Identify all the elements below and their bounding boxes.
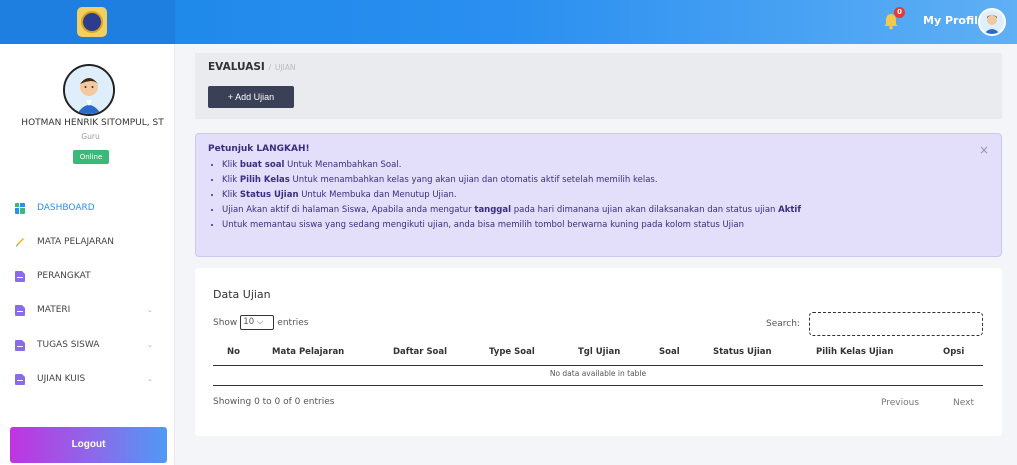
sidebar-item-label: UJIAN KUIS [37,374,86,384]
column-header[interactable]: Opsi [943,347,964,357]
file-icon [15,373,25,385]
chevron-down-icon: ⌄ [147,341,153,349]
show-label: Show [213,317,238,328]
dashboard-icon [15,202,25,214]
search-label: Search: [766,319,800,329]
instructions-alert: Petunjuk LANGKAH! × Klik buat soal Untuk… [195,133,1002,257]
breadcrumb-separator: / [268,63,272,72]
empty-table-message: No data available in table [549,369,647,378]
logout-button[interactable]: Logout [10,427,167,463]
table-title: Data Ujian [213,288,271,301]
list-item: Klik buat soal Untuk Menambahkan Soal. [222,158,801,173]
profile-avatar[interactable] [978,8,1006,36]
sidebar-item-tugas-siswa[interactable]: TUGAS SISWA ⌄ [0,335,175,355]
user-name: HOTMAN HENRIK SITOMPUL, ST [21,118,164,128]
my-profile-link[interactable]: My Profile [923,14,985,27]
chevron-down-icon: ⌄ [147,306,153,314]
data-ujian-card: Data Ujian Show 10 ⌵ entries Search: No … [195,268,1002,436]
file-icon [15,270,25,282]
sidebar: HOTMAN HENRIK SITOMPUL, ST Guru Online D… [0,44,175,465]
list-item: Untuk memantau siswa yang sedang mengiku… [222,218,801,233]
instructions-list: Klik buat soal Untuk Menambahkan Soal. K… [222,158,801,233]
search-input[interactable] [809,312,983,336]
column-header[interactable]: Tgl Ujian [578,347,620,357]
sidebar-item-label: MATERI [37,305,71,315]
table-info: Showing 0 to 0 of 0 entries [213,397,335,407]
sidebar-item-materi[interactable]: MATERI ⌄ [0,300,175,320]
page-size-select[interactable]: 10 ⌵ [240,315,275,330]
sidebar-item-label: MATA PELAJARAN [37,237,114,247]
user-avatar [63,64,115,116]
add-ujian-button[interactable]: + Add Ujian [208,86,294,108]
sidebar-item-label: DASHBOARD [37,203,95,213]
table-header-divider [213,365,983,366]
next-page-button[interactable]: Next [953,398,974,408]
sidebar-item-perangkat[interactable]: PERANGKAT [0,266,175,286]
file-icon [15,304,25,316]
table-body-divider [213,385,983,386]
breadcrumb: EVALUASI / UJIAN [208,61,296,73]
column-header[interactable]: Soal [659,347,680,357]
page-length-control: Show 10 ⌵ entries [213,315,309,330]
column-header[interactable]: Mata Pelajaran [272,347,344,357]
top-navbar: 0 My Profile [0,0,1017,44]
pencil-icon [16,237,24,247]
status-badge: Online [73,150,109,164]
user-role: Guru [81,132,100,141]
column-header[interactable]: No [227,347,240,357]
notification-badge: 0 [894,7,905,18]
column-header[interactable]: Daftar Soal [393,347,447,357]
column-header[interactable]: Status Ujian [713,347,772,357]
alert-title: Petunjuk LANGKAH! [208,144,310,154]
chevron-down-icon: ⌄ [147,375,153,383]
file-icon [15,339,25,351]
breadcrumb-current: UJIAN [274,63,296,72]
entries-label: entries [277,317,309,328]
sidebar-item-label: PERANGKAT [37,271,91,281]
list-item: Klik Pilih Kelas Untuk menambahkan kelas… [222,173,801,188]
sidebar-item-label: TUGAS SISWA [37,340,100,350]
column-header[interactable]: Pilih Kelas Ujian [816,347,893,357]
sidebar-item-ujian-kuis[interactable]: UJIAN KUIS ⌄ [0,369,175,389]
logo-area [0,0,175,44]
list-item: Klik Status Ujian Untuk Membuka dan Menu… [222,188,801,203]
close-icon[interactable]: × [979,143,989,157]
school-logo[interactable] [77,7,107,37]
sidebar-item-mata-pelajaran[interactable]: MATA PELAJARAN [0,232,175,252]
column-header[interactable]: Type Soal [489,347,535,357]
page-title: EVALUASI [208,61,265,73]
list-item: Ujian Akan aktif di halaman Siswa, Apabi… [222,203,801,218]
sidebar-item-dashboard[interactable]: DASHBOARD [0,198,175,218]
previous-page-button[interactable]: Previous [881,398,919,408]
page-header: EVALUASI / UJIAN + Add Ujian [195,53,1002,119]
